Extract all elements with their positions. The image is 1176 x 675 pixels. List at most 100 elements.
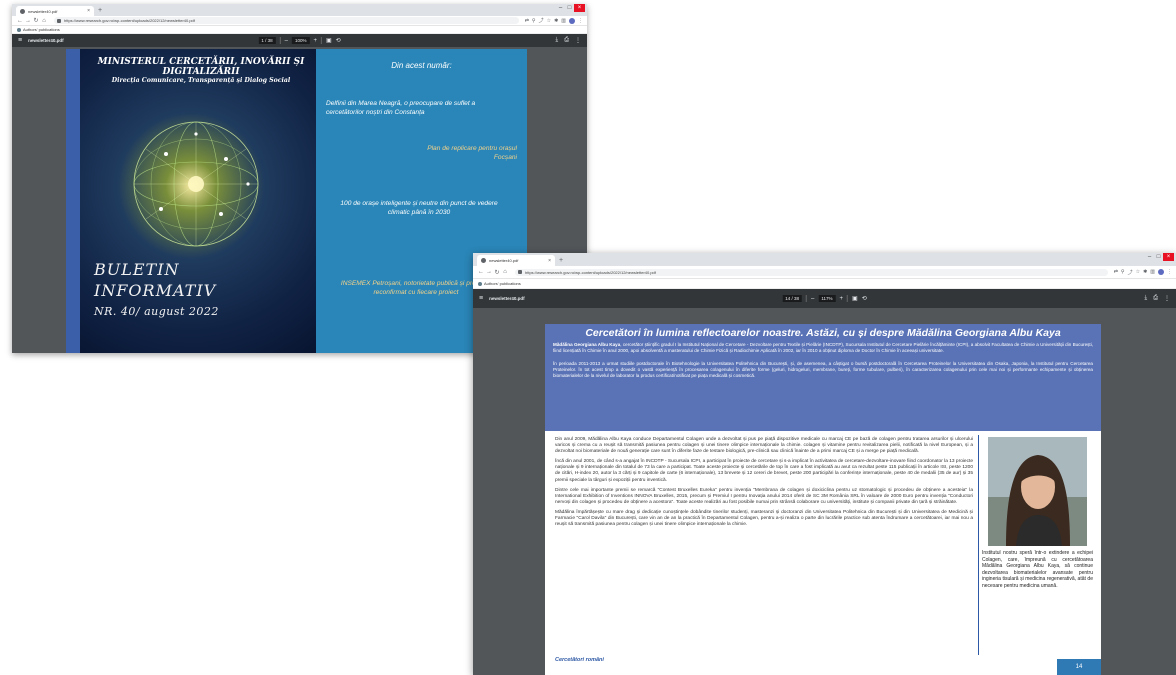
tab-strip: newsletter40.pdf × + – □ ×: [12, 4, 587, 16]
zoom-icon[interactable]: ⚲: [532, 18, 536, 24]
print-icon[interactable]: ⎙: [564, 37, 569, 44]
bulletin-line1: BULETIN: [94, 260, 180, 279]
new-tab-icon[interactable]: +: [98, 6, 102, 16]
profile-avatar-icon[interactable]: [569, 17, 575, 24]
maximize-icon[interactable]: □: [565, 4, 574, 12]
fit-page-icon[interactable]: ▣: [326, 37, 332, 44]
rotate-icon[interactable]: ⟲: [862, 295, 867, 302]
home-icon[interactable]: ⌂: [501, 269, 509, 275]
article-page: Cercetători în lumina reflectoarelor noa…: [545, 324, 1101, 675]
close-window-icon[interactable]: ×: [1163, 253, 1174, 261]
reload-icon[interactable]: ↻: [493, 269, 501, 276]
close-tab-icon[interactable]: ×: [87, 8, 90, 14]
rotate-icon[interactable]: ⟲: [336, 37, 341, 44]
minimize-icon[interactable]: –: [1145, 253, 1154, 261]
contents-title: Din acest număr:: [391, 61, 452, 70]
page-indicator[interactable]: 1 / 38: [258, 37, 276, 44]
ministry-direction: Direcția Comunicare, Transparență și Dia…: [111, 77, 291, 84]
bookmark-authors-publications[interactable]: Authors' publications: [484, 281, 521, 286]
pdf-favicon-icon: [20, 8, 25, 14]
portrait-image: [988, 437, 1087, 546]
pdf-menu-icon[interactable]: ≡: [479, 295, 483, 302]
pdf-controls: 14 / 38 – 117% + ▣ ⟲: [782, 295, 867, 302]
home-icon[interactable]: ⌂: [40, 18, 48, 24]
divider: [279, 37, 281, 44]
translate-icon[interactable]: ⇄: [525, 18, 529, 24]
forward-icon[interactable]: →: [485, 269, 493, 275]
bookmark-authors-publications[interactable]: Authors' publications: [23, 27, 60, 32]
zoom-icon[interactable]: ⚲: [1121, 269, 1125, 275]
extension-icons: ⇄ ⚲ ⤴ ☆ ✱ ▥ ⋮: [1114, 269, 1172, 276]
bookmarks-bar: Authors' publications: [12, 26, 587, 34]
url-field[interactable]: https://www.research.gov.ro/wp-content/u…: [515, 268, 1108, 276]
pdf-filename: newsletter40.pdf: [28, 38, 64, 43]
browser-window-article: newsletter40.pdf × + – □ × ← → ↻ ⌂ https…: [473, 253, 1176, 675]
profile-avatar-icon[interactable]: [1158, 269, 1164, 275]
fit-page-icon[interactable]: ▣: [852, 295, 858, 302]
pdf-more-icon[interactable]: ⋮: [1164, 295, 1170, 302]
extension-icons: ⇄ ⚲ ⤴ ☆ ✱ ▥ ⋮: [525, 17, 583, 24]
url-text: https://www.research.gov.ro/wp-content/u…: [64, 18, 195, 23]
article-intro: Mădălina Georgiana Albu Kaya, cercetător…: [553, 342, 1093, 354]
network-globe-image: [133, 121, 259, 247]
bookmarks-bar: Authors' publications: [473, 279, 1176, 289]
minimize-icon[interactable]: –: [556, 4, 565, 12]
page-number: 14: [1057, 659, 1101, 675]
ministry-line1: MINISTERUL CERCETĂRII, INOVĂRII ȘI: [97, 57, 305, 67]
cover-stripe: [66, 49, 80, 353]
pdf-more-icon[interactable]: ⋮: [575, 37, 581, 44]
browser-menu-icon[interactable]: ⋮: [578, 18, 583, 24]
pdf-viewer[interactable]: Cercetători în lumina reflectoarelor noa…: [473, 308, 1176, 675]
download-icon[interactable]: ⤓: [556, 37, 559, 44]
download-icon[interactable]: ⤓: [1145, 295, 1148, 302]
sidepanel-icon[interactable]: ▥: [1150, 269, 1155, 275]
print-icon[interactable]: ⎙: [1153, 295, 1158, 302]
extensions-icon[interactable]: ✱: [1143, 269, 1147, 275]
article-body: Din anul 2009, Mădălina Albu Kaya conduc…: [555, 437, 973, 532]
star-icon[interactable]: ☆: [1136, 269, 1140, 275]
pdf-filename: newsletter40.pdf: [489, 296, 525, 301]
article-intro-paragraph: În perioada 2011-2013 a urmat studiile p…: [553, 361, 1093, 378]
column-divider: [978, 435, 979, 655]
article-paragraph: Încă din anul 2001, de când s-a angajat …: [555, 459, 973, 483]
contents-item: 100 de orașe inteligente și neutre din p…: [340, 200, 498, 216]
reload-icon[interactable]: ↻: [32, 17, 40, 24]
new-tab-icon[interactable]: +: [559, 256, 563, 266]
pdf-actions: ⤓ ⎙ ⋮: [556, 37, 581, 44]
close-window-icon[interactable]: ×: [574, 4, 585, 12]
article-paragraph: Din anul 2009, Mădălina Albu Kaya conduc…: [555, 437, 973, 455]
tab-title: newsletter40.pdf: [489, 258, 519, 263]
sidepanel-icon[interactable]: ▥: [561, 18, 566, 24]
zoom-level[interactable]: 117%: [818, 295, 836, 302]
zoom-out-icon[interactable]: –: [811, 296, 814, 302]
forward-icon[interactable]: →: [24, 18, 32, 24]
sidebar-note: Institutul nostru speră într-o extindere…: [982, 550, 1093, 589]
back-icon[interactable]: ←: [16, 18, 24, 24]
star-icon[interactable]: ☆: [547, 18, 551, 24]
extensions-icon[interactable]: ✱: [554, 18, 558, 24]
zoom-level[interactable]: 100%: [291, 37, 310, 44]
researcher-photo: [988, 437, 1087, 546]
tab-newsletter[interactable]: newsletter40.pdf ×: [16, 6, 94, 16]
maximize-icon[interactable]: □: [1154, 253, 1163, 261]
translate-icon[interactable]: ⇄: [1114, 269, 1118, 275]
tab-newsletter[interactable]: newsletter40.pdf ×: [477, 255, 555, 266]
article-intro-text: , cercetător științific gradul I la Inst…: [553, 342, 1093, 353]
close-tab-icon[interactable]: ×: [548, 258, 551, 264]
zoom-in-icon[interactable]: +: [840, 296, 844, 302]
divider: [847, 295, 849, 302]
browser-menu-icon[interactable]: ⋮: [1167, 269, 1172, 275]
page-indicator[interactable]: 14 / 38: [782, 295, 803, 302]
share-icon[interactable]: ⤴: [1128, 269, 1133, 276]
back-icon[interactable]: ←: [477, 269, 485, 275]
pdf-menu-icon[interactable]: ≡: [18, 37, 22, 44]
share-icon[interactable]: ⤴: [539, 17, 544, 24]
ministry-line2: DIGITALIZĂRII: [162, 67, 240, 77]
zoom-out-icon[interactable]: –: [285, 38, 288, 44]
window-controls: – □ ×: [1145, 253, 1174, 261]
section-footer: Cercetători români: [555, 657, 604, 663]
url-text: https://www.research.gov.ro/wp-content/u…: [525, 269, 656, 275]
url-field[interactable]: https://www.research.gov.ro/wp-content/u…: [54, 17, 519, 24]
pdf-controls: 1 / 38 – 100% + ▣ ⟲: [258, 37, 341, 44]
zoom-in-icon[interactable]: +: [313, 38, 317, 44]
